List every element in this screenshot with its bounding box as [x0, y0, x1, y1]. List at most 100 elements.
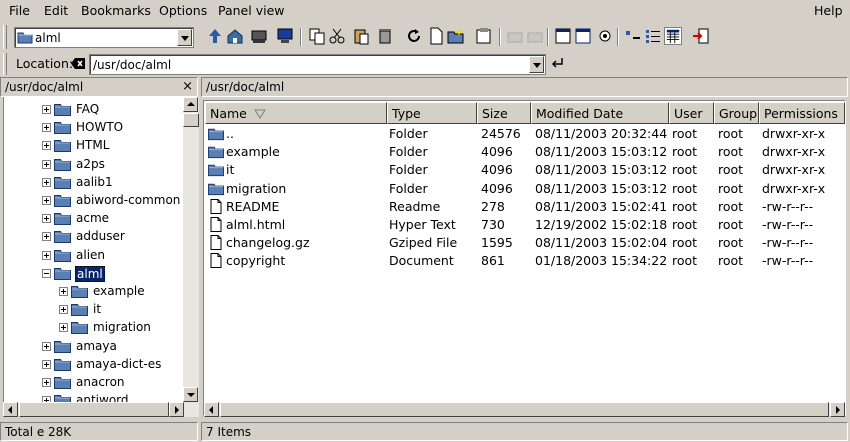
- expand-icon[interactable]: [42, 378, 51, 387]
- location-grip[interactable]: [3, 53, 7, 75]
- tree-item[interactable]: it: [4, 301, 184, 319]
- file-row[interactable]: copyright Document 861 01/18/2003 15:34:22 r…: [205, 252, 845, 270]
- scroll-right-button[interactable]: [169, 402, 184, 417]
- path-combo[interactable]: alml: [14, 27, 194, 48]
- scroll-left-button[interactable]: [3, 402, 18, 417]
- icon-view-icon[interactable]: [624, 27, 642, 45]
- refresh-icon[interactable]: [405, 27, 423, 45]
- expand-icon[interactable]: [59, 305, 68, 315]
- scroll-left-button[interactable]: [204, 402, 219, 417]
- tree-item[interactable]: acme: [4, 210, 184, 228]
- scroll-thumb[interactable]: [183, 113, 199, 127]
- file-row[interactable]: migration Folder 4096 08/11/2003 15:03:12 ro…: [205, 180, 845, 198]
- expand-icon[interactable]: [42, 159, 51, 169]
- up-arrow-icon[interactable]: [206, 27, 224, 45]
- column-group[interactable]: Group: [714, 102, 759, 124]
- exit-icon[interactable]: [692, 27, 710, 45]
- tree-item[interactable]: anacron: [4, 374, 184, 392]
- file-row[interactable]: alml.html Hyper Text 730 12/19/2002 15:02:1…: [205, 216, 845, 234]
- collapse-icon[interactable]: [42, 268, 51, 278]
- file-type: Folder: [389, 180, 428, 196]
- menu-bookmarks[interactable]: Bookmarks: [81, 3, 151, 18]
- enter-icon[interactable]: [550, 57, 564, 69]
- file-row[interactable]: example Folder 4096 08/11/2003 15:03:12 root…: [205, 143, 845, 161]
- tree-item[interactable]: HOWTO: [4, 119, 184, 137]
- menu-panel-view[interactable]: Panel view: [218, 3, 284, 18]
- expand-icon[interactable]: [42, 196, 51, 205]
- tree-item[interactable]: aalib1: [4, 174, 184, 192]
- paste-icon[interactable]: [352, 27, 370, 45]
- tree-item[interactable]: migration: [4, 319, 184, 337]
- forward-icon[interactable]: [526, 27, 544, 45]
- expand-icon[interactable]: [59, 323, 68, 333]
- column-user[interactable]: User: [669, 102, 714, 124]
- expand-icon[interactable]: [59, 287, 68, 296]
- file-row[interactable]: README Readme 278 08/11/2003 15:02:41 root ro…: [205, 198, 845, 216]
- tree-item[interactable]: adduser: [4, 228, 184, 246]
- tree-vertical-scrollbar[interactable]: [183, 97, 199, 402]
- toolbar-grip[interactable]: [3, 25, 7, 49]
- column-modified-date[interactable]: Modified Date: [531, 102, 669, 124]
- expand-icon[interactable]: [42, 359, 51, 369]
- file-row[interactable]: it Folder 4096 08/11/2003 15:03:12 root root d…: [205, 161, 845, 179]
- expand-icon[interactable]: [42, 232, 51, 242]
- tree-item[interactable]: alien: [4, 247, 184, 265]
- scroll-down-button[interactable]: [183, 387, 198, 402]
- scroll-thumb[interactable]: [19, 402, 169, 417]
- file-size: 730: [481, 217, 505, 232]
- expand-icon[interactable]: [42, 250, 51, 260]
- tree-item[interactable]: amaya-dict-es: [4, 356, 184, 374]
- trash-icon[interactable]: [376, 27, 394, 45]
- tree-view-icon[interactable]: [574, 27, 592, 45]
- menu-edit[interactable]: Edit: [44, 3, 68, 18]
- back-icon[interactable]: [506, 27, 524, 45]
- tree-item[interactable]: alml: [4, 265, 184, 283]
- column-permissions[interactable]: Permissions: [759, 102, 845, 124]
- expand-icon[interactable]: [42, 105, 51, 114]
- settings-icon[interactable]: [596, 27, 614, 45]
- location-input[interactable]: /usr/doc/alml: [89, 54, 546, 75]
- new-file-icon[interactable]: [427, 27, 445, 45]
- expand-icon[interactable]: [42, 177, 51, 187]
- tree-item[interactable]: abiword-common: [4, 192, 184, 210]
- scroll-thumb[interactable]: [220, 402, 829, 417]
- drive-icon[interactable]: [250, 27, 268, 45]
- path-combo-dropdown[interactable]: [177, 29, 192, 46]
- tree-item[interactable]: antiword: [4, 392, 184, 402]
- computer-icon[interactable]: [276, 27, 294, 45]
- location-dropdown[interactable]: [529, 56, 544, 73]
- toolbar-separator: [300, 28, 302, 46]
- file-horizontal-scrollbar[interactable]: [204, 402, 845, 417]
- detail-view-icon[interactable]: [664, 27, 682, 45]
- expand-icon[interactable]: [42, 123, 51, 133]
- column-type[interactable]: Type: [387, 102, 477, 124]
- column-size[interactable]: Size: [477, 102, 531, 124]
- window-icon[interactable]: [554, 27, 572, 45]
- new-folder-icon[interactable]: [447, 27, 465, 45]
- close-icon[interactable]: ×: [182, 79, 193, 94]
- properties-icon[interactable]: [475, 27, 493, 45]
- scroll-right-button[interactable]: [830, 402, 845, 417]
- scroll-up-button[interactable]: [183, 97, 198, 112]
- copy-icon[interactable]: [308, 27, 326, 45]
- expand-icon[interactable]: [42, 141, 51, 151]
- file-row[interactable]: .. Folder 24576 08/11/2003 20:32:44 root root…: [205, 125, 845, 143]
- expand-icon[interactable]: [42, 341, 51, 351]
- tree-item[interactable]: FAQ: [4, 101, 184, 119]
- tree-item[interactable]: HTML: [4, 137, 184, 155]
- file-row[interactable]: changelog.gz Gziped File 1595 08/11/2003 15…: [205, 234, 845, 252]
- cut-icon[interactable]: [328, 27, 346, 45]
- expand-icon[interactable]: [42, 214, 51, 224]
- menu-options[interactable]: Options: [159, 3, 207, 18]
- clear-location-icon[interactable]: [71, 57, 86, 70]
- tree-item[interactable]: example: [4, 283, 184, 301]
- tree-horizontal-scrollbar[interactable]: [3, 402, 199, 417]
- tree-item[interactable]: amaya: [4, 338, 184, 356]
- tree-item[interactable]: a2ps: [4, 156, 184, 174]
- file-name: changelog.gz: [226, 235, 310, 251]
- menu-help[interactable]: Help: [814, 3, 843, 18]
- menu-file[interactable]: File: [9, 3, 30, 18]
- home-icon[interactable]: [226, 27, 244, 45]
- list-view-icon[interactable]: [644, 27, 662, 45]
- column-name[interactable]: Name: [205, 102, 387, 124]
